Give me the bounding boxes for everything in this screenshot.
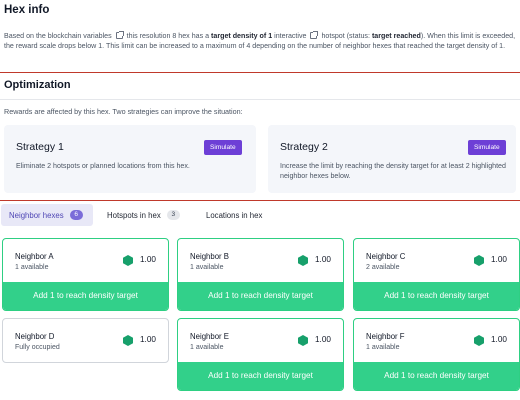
strategy-title: Strategy 1	[16, 141, 64, 153]
tab-hotspots-in-hex[interactable]: Hotspots in hex 3	[107, 204, 180, 226]
neighbor-score: 1.00	[140, 335, 156, 344]
neighbor-score: 1.00	[491, 335, 507, 344]
neighbor-name: Neighbor C	[366, 252, 406, 261]
section-divider	[0, 200, 520, 201]
tab-label: Neighbor hexes	[9, 210, 64, 220]
external-link-icon[interactable]	[115, 31, 124, 39]
neighbor-score: 1.00	[315, 255, 331, 264]
neighbor-score: 1.00	[491, 255, 507, 264]
strategy-card-1: Strategy 1 Simulate Eliminate 2 hotspots…	[4, 125, 256, 193]
tab-neighbor-hexes[interactable]: Neighbor hexes 6	[1, 204, 93, 226]
add-to-density-button[interactable]: Add 1 to reach density target	[178, 362, 343, 390]
neighbor-name: Neighbor B	[190, 252, 230, 261]
hex-icon	[298, 255, 308, 266]
hex-icon	[123, 255, 133, 266]
tab-count-badge: 6	[69, 210, 83, 220]
neighbor-status: 2 available	[366, 264, 400, 271]
desc-text: hotspot (status:	[321, 32, 370, 40]
desc-text: this resolution 8 hex has a	[126, 32, 210, 40]
add-to-density-button[interactable]: Add 1 to reach density target	[354, 282, 519, 310]
neighbor-status: 1 available	[366, 344, 400, 351]
strategy-description: Increase the limit by reaching the densi…	[280, 162, 506, 181]
neighbor-card[interactable]: Neighbor B 1 available 1.00 Add 1 to rea…	[177, 238, 344, 311]
neighbor-card[interactable]: Neighbor A 1 available 1.00 Add 1 to rea…	[2, 238, 169, 311]
section-divider	[0, 72, 520, 73]
neighbor-name: Neighbor A	[15, 252, 54, 261]
optimization-title: Optimization	[4, 79, 71, 91]
neighbor-status: 1 available	[190, 344, 224, 351]
external-link-icon[interactable]	[310, 31, 319, 39]
neighbor-card[interactable]: Neighbor F 1 available 1.00 Add 1 to rea…	[353, 318, 520, 391]
neighbor-status: 1 available	[15, 264, 49, 271]
neighbor-card[interactable]: Neighbor E 1 available 1.00 Add 1 to rea…	[177, 318, 344, 391]
add-to-density-button[interactable]: Add 1 to reach density target	[178, 282, 343, 310]
tab-label: Locations in hex	[206, 210, 263, 220]
hex-info-description: Based on the blockchain variables this r…	[4, 31, 516, 52]
neighbor-status: Fully occupied	[15, 344, 60, 351]
neighbor-card[interactable]: Neighbor D Fully occupied 1.00	[2, 318, 169, 363]
add-to-density-button[interactable]: Add 1 to reach density target	[3, 282, 168, 310]
tab-count-badge: 3	[166, 210, 180, 220]
tab-bar: Neighbor hexes 6 Hotspots in hex 3 Locat…	[0, 204, 520, 228]
optimization-divider	[0, 99, 520, 100]
add-to-density-button[interactable]: Add 1 to reach density target	[354, 362, 519, 390]
neighbor-name: Neighbor F	[366, 332, 405, 341]
tab-locations-in-hex[interactable]: Locations in hex	[206, 204, 262, 226]
neighbor-name: Neighbor D	[15, 332, 55, 341]
neighbor-card[interactable]: Neighbor C 2 available 1.00 Add 1 to rea…	[353, 238, 520, 311]
desc-text: interactive	[274, 32, 307, 40]
strategy-description: Eliminate 2 hotspots or planned location…	[16, 162, 190, 170]
neighbor-score: 1.00	[315, 335, 331, 344]
hex-icon	[123, 335, 133, 346]
hex-icon	[298, 335, 308, 346]
neighbor-status: 1 available	[190, 264, 224, 271]
target-density-text: target density of 1	[211, 32, 273, 40]
strategy-title: Strategy 2	[280, 141, 328, 153]
hex-icon	[474, 335, 484, 346]
strategy-card-2: Strategy 2 Simulate Increase the limit b…	[268, 125, 516, 193]
optimization-description: Rewards are affected by this hex. Two st…	[4, 107, 243, 116]
hex-icon	[474, 255, 484, 266]
simulate-button[interactable]: Simulate	[468, 140, 506, 155]
neighbor-name: Neighbor E	[190, 332, 230, 341]
simulate-button[interactable]: Simulate	[204, 140, 242, 155]
tab-label: Hotspots in hex	[107, 210, 161, 220]
status-text: target reached	[371, 32, 421, 40]
desc-text: Based on the blockchain variables	[4, 32, 112, 40]
neighbor-score: 1.00	[140, 255, 156, 264]
hex-info-title: Hex info	[4, 4, 50, 16]
